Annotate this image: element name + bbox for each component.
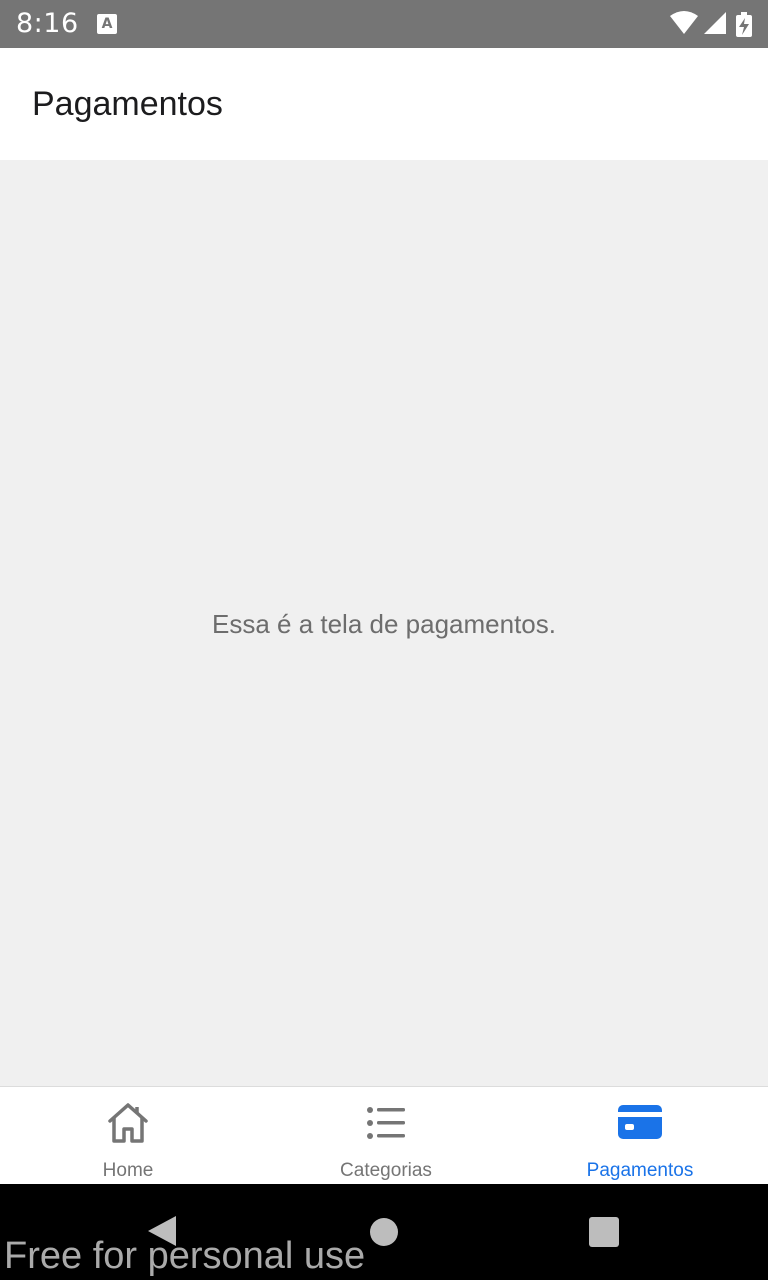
status-bar: 8:16 A xyxy=(0,0,768,48)
bottom-tab-bar: Home Categorias Pagamentos xyxy=(0,1086,768,1184)
recents-square-icon[interactable] xyxy=(589,1217,619,1247)
watermark: Free for personal use xyxy=(4,1235,366,1277)
status-icons xyxy=(668,10,756,38)
content-message: Essa é a tela de pagamentos. xyxy=(211,609,556,639)
home-icon xyxy=(104,1099,152,1151)
a-icon: A xyxy=(97,14,117,34)
main-content: Essa é a tela de pagamentos. xyxy=(0,160,768,1086)
credit-card-icon xyxy=(616,1099,664,1151)
list-icon xyxy=(362,1099,410,1151)
tab-home-label: Home xyxy=(102,1160,154,1181)
tab-pagamentos[interactable]: Pagamentos xyxy=(512,1087,768,1184)
signal-icon xyxy=(704,12,726,34)
tab-categorias-label: Categorias xyxy=(340,1160,432,1181)
status-time: 8:16 xyxy=(16,8,79,39)
page-title: Pagamentos xyxy=(32,85,223,123)
battery-charging-icon xyxy=(736,12,752,37)
wifi-icon xyxy=(670,11,698,34)
app-bar: Pagamentos xyxy=(0,48,768,160)
tab-categorias[interactable]: Categorias xyxy=(258,1087,514,1184)
tab-pagamentos-label: Pagamentos xyxy=(586,1160,694,1181)
tab-home[interactable]: Home xyxy=(0,1087,256,1184)
app-screen: 8:16 A Pagamentos Essa é a tela de pagam… xyxy=(0,0,768,1280)
home-circle-icon[interactable] xyxy=(370,1218,398,1246)
